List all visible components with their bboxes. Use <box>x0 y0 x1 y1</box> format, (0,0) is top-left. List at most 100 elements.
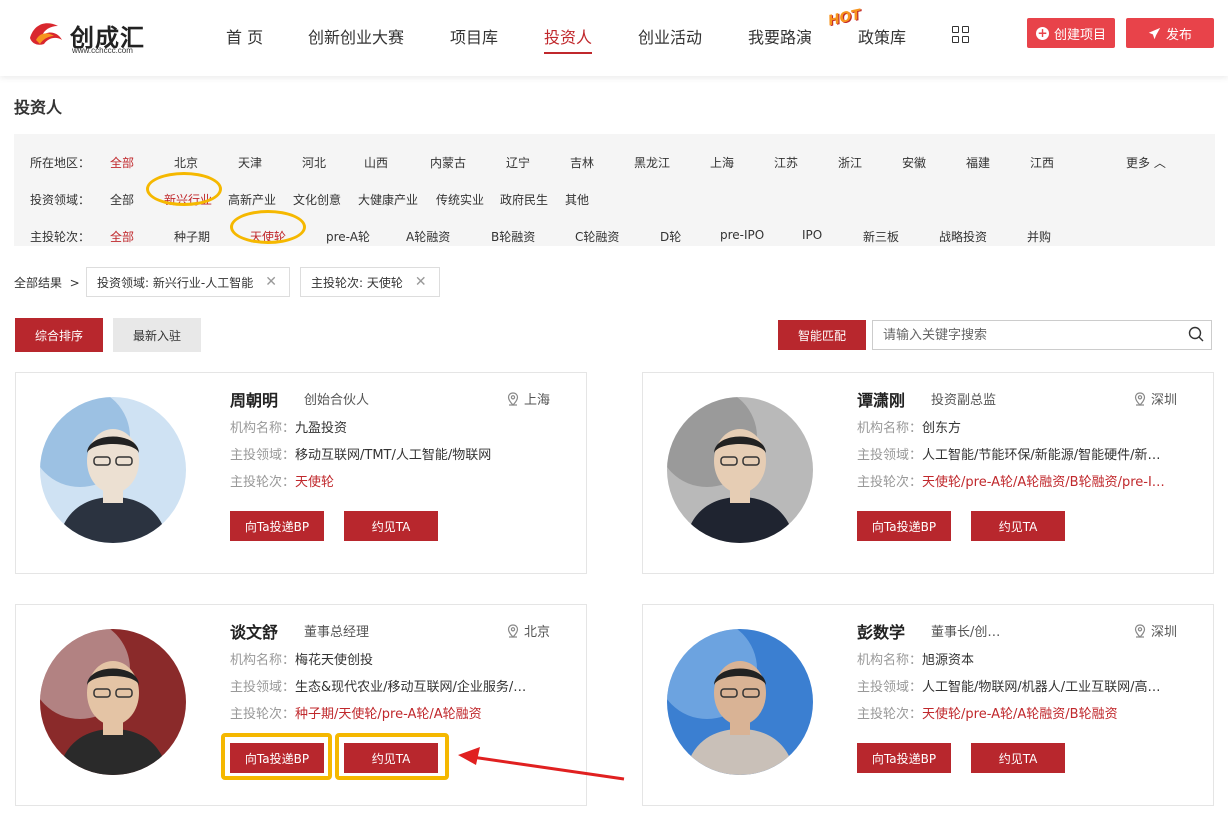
investor-name[interactable]: 彭数学 <box>857 619 905 643</box>
filter-chip-field[interactable]: 投资领域: 新兴行业-人工智能 ✕ <box>86 267 290 297</box>
investor-org-row: 机构名称：旭源资本 <box>857 653 975 668</box>
investor-name[interactable]: 谈文舒 <box>230 619 278 643</box>
logo-flame-icon <box>30 23 62 45</box>
meet-ta-button[interactable]: 约见TA <box>971 743 1065 773</box>
filter-option-round-6[interactable]: C轮融资 <box>575 228 619 245</box>
investor-field-row: 主投领域：生态&现代农业/移动互联网/企业服务/… <box>230 680 527 695</box>
avatar[interactable] <box>40 397 186 543</box>
nav-item-1[interactable]: 创新创业大赛 <box>308 24 404 48</box>
filter-option-region-4[interactable]: 山西 <box>364 154 388 171</box>
site-logo[interactable]: 创成汇 www.cchccc.com <box>28 14 148 58</box>
send-bp-button[interactable]: 向Ta投递BP <box>857 743 951 773</box>
filter-option-region-5[interactable]: 内蒙古 <box>430 154 466 171</box>
highlight-box-bp <box>221 733 332 780</box>
publish-button[interactable]: 发布 <box>1126 18 1214 48</box>
filter-more-button[interactable]: 更多 ︿ <box>1126 154 1166 171</box>
filter-option-region-6[interactable]: 辽宁 <box>506 154 530 171</box>
filter-option-field-3[interactable]: 文化创意 <box>293 191 341 208</box>
filter-option-region-10[interactable]: 江苏 <box>774 154 798 171</box>
investor-field-row: 主投领域：人工智能/物联网/机器人/工业互联网/高… <box>857 680 1161 695</box>
filter-label-field: 投资领域： <box>30 193 91 207</box>
filter-option-round-9[interactable]: IPO <box>802 228 822 242</box>
filter-chip-round[interactable]: 主投轮次: 天使轮 ✕ <box>300 267 440 297</box>
investor-card[interactable]: 彭数学 董事长/创… 深圳 机构名称：旭源资本 主投领域：人工智能/物联网/机器… <box>642 604 1214 806</box>
send-bp-button[interactable]: 向Ta投递BP <box>230 511 324 541</box>
filter-option-region-0[interactable]: 全部 <box>110 154 134 171</box>
filter-option-field-7[interactable]: 其他 <box>565 191 589 208</box>
investor-round-row: 主投轮次：天使轮 <box>230 475 335 490</box>
investor-field-row: 主投领域：移动互联网/TMT/人工智能/物联网 <box>230 448 492 463</box>
location-pin-icon <box>1134 391 1146 406</box>
investor-title: 投资副总监 <box>931 393 997 408</box>
avatar[interactable] <box>667 397 813 543</box>
nav-item-5[interactable]: 我要路演 <box>748 24 812 48</box>
filter-option-field-2[interactable]: 高新产业 <box>228 191 276 208</box>
highlight-ring-field <box>146 172 222 206</box>
filter-option-region-11[interactable]: 浙江 <box>838 154 862 171</box>
filter-option-region-7[interactable]: 吉林 <box>570 154 594 171</box>
filter-option-round-11[interactable]: 战略投资 <box>939 228 987 245</box>
publish-label: 发布 <box>1165 27 1192 43</box>
investor-title: 创始合伙人 <box>304 393 370 408</box>
meet-ta-button[interactable]: 约见TA <box>971 511 1065 541</box>
filter-option-region-14[interactable]: 江西 <box>1030 154 1054 171</box>
send-bp-button[interactable]: 向Ta投递BP <box>857 511 951 541</box>
investor-name[interactable]: 周朝明 <box>230 387 278 411</box>
avatar[interactable] <box>667 629 813 775</box>
filter-option-region-12[interactable]: 安徽 <box>902 154 926 171</box>
filter-option-field-4[interactable]: 大健康产业 <box>358 191 418 208</box>
filter-option-round-3[interactable]: pre-A轮 <box>326 228 370 245</box>
investor-location: 上海 <box>506 389 550 408</box>
investor-round-row: 主投轮次：天使轮/pre-A轮/A轮融资/B轮融资/pre-I… <box>857 475 1165 490</box>
sort-comprehensive-button[interactable]: 综合排序 <box>15 318 103 352</box>
close-icon[interactable]: ✕ <box>415 274 427 290</box>
create-project-button[interactable]: + 创建项目 <box>1027 18 1115 48</box>
nav-item-4[interactable]: 创业活动 <box>638 24 702 48</box>
close-icon[interactable]: ✕ <box>265 274 277 290</box>
filter-option-region-2[interactable]: 天津 <box>238 154 262 171</box>
smart-match-button[interactable]: 智能匹配 <box>778 320 866 350</box>
filter-option-region-3[interactable]: 河北 <box>302 154 326 171</box>
filter-option-round-12[interactable]: 并购 <box>1027 228 1051 245</box>
paper-plane-icon <box>1148 27 1161 39</box>
apps-grid-icon[interactable] <box>952 26 970 44</box>
investor-location: 深圳 <box>1133 621 1177 640</box>
filter-option-round-7[interactable]: D轮 <box>660 228 681 245</box>
filter-option-region-9[interactable]: 上海 <box>710 154 734 171</box>
filter-option-round-0[interactable]: 全部 <box>110 228 134 245</box>
nav-item-0[interactable]: 首 页 <box>226 24 263 48</box>
filter-option-round-8[interactable]: pre-IPO <box>720 228 764 242</box>
investor-title: 董事长/创… <box>931 625 1001 640</box>
investor-card[interactable]: 周朝明 创始合伙人 上海 机构名称：九盈投资 主投领域：移动互联网/TMT/人工… <box>15 372 587 574</box>
filter-option-field-0[interactable]: 全部 <box>110 191 134 208</box>
avatar[interactable] <box>40 629 186 775</box>
investor-org-row: 机构名称：九盈投资 <box>230 421 348 436</box>
filter-option-field-5[interactable]: 传统实业 <box>436 191 484 208</box>
search-input[interactable] <box>872 320 1212 350</box>
breadcrumb-all-link[interactable]: 全部结果 <box>14 276 62 290</box>
location-pin-icon <box>507 623 519 638</box>
filter-option-round-10[interactable]: 新三板 <box>863 228 899 245</box>
filter-option-round-5[interactable]: B轮融资 <box>491 228 535 245</box>
nav-active-underline <box>544 52 592 54</box>
filter-option-region-1[interactable]: 北京 <box>174 154 198 171</box>
top-header: 创成汇 www.cchccc.com 首 页 创新创业大赛 项目库 投资人 创业活动 我要… <box>0 0 1228 76</box>
nav-item-3[interactable]: 投资人 <box>544 24 592 48</box>
filter-option-region-13[interactable]: 福建 <box>966 154 990 171</box>
investor-name[interactable]: 谭潇刚 <box>857 387 905 411</box>
search-icon[interactable] <box>1188 326 1204 342</box>
nav-item-2[interactable]: 项目库 <box>450 24 498 48</box>
chip-field-label: 投资领域: 新兴行业-人工智能 <box>97 275 254 290</box>
meet-ta-button[interactable]: 约见TA <box>344 511 438 541</box>
filter-option-field-6[interactable]: 政府民生 <box>500 191 548 208</box>
location-pin-icon <box>507 391 519 406</box>
nav-item-6[interactable]: 政策库 <box>858 24 906 48</box>
filter-option-region-8[interactable]: 黑龙江 <box>634 154 670 171</box>
highlight-box-meet <box>335 733 449 780</box>
filter-option-round-4[interactable]: A轮融资 <box>406 228 450 245</box>
chip-round-label: 主投轮次: 天使轮 <box>311 275 403 290</box>
investor-field-row: 主投领域：人工智能/节能环保/新能源/智能硬件/新… <box>857 448 1161 463</box>
sort-latest-button[interactable]: 最新入驻 <box>113 318 201 352</box>
filter-option-round-1[interactable]: 种子期 <box>174 228 210 245</box>
investor-card[interactable]: 谭潇刚 投资副总监 深圳 机构名称：创东方 主投领域：人工智能/节能环保/新能源… <box>642 372 1214 574</box>
